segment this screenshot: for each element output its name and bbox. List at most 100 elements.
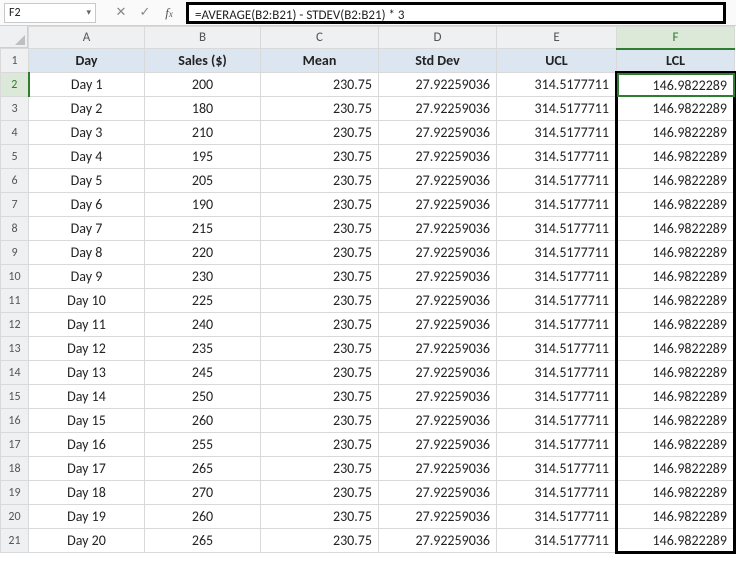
cell-E14[interactable]: 314.5177711	[497, 361, 617, 385]
cell-D11[interactable]: 27.92259036	[379, 289, 497, 313]
cell-D5[interactable]: 27.92259036	[379, 145, 497, 169]
row-header-7[interactable]: 7	[1, 193, 29, 217]
cell-A14[interactable]: Day 13	[29, 361, 145, 385]
cell-F9[interactable]: 146.9822289	[617, 241, 735, 265]
cell-F5[interactable]: 146.9822289	[617, 145, 735, 169]
header-cell-D[interactable]: Std Dev	[379, 49, 497, 73]
column-header-F[interactable]: F	[617, 27, 735, 49]
cell-D4[interactable]: 27.92259036	[379, 121, 497, 145]
cell-A3[interactable]: Day 2	[29, 97, 145, 121]
cell-B4[interactable]: 210	[145, 121, 261, 145]
cell-A10[interactable]: Day 9	[29, 265, 145, 289]
row-header-16[interactable]: 16	[1, 409, 29, 433]
cell-F14[interactable]: 146.9822289	[617, 361, 735, 385]
cell-E3[interactable]: 314.5177711	[497, 97, 617, 121]
row-header-1[interactable]: 1	[1, 49, 29, 73]
cell-E6[interactable]: 314.5177711	[497, 169, 617, 193]
header-cell-A[interactable]: Day	[29, 49, 145, 73]
row-header-14[interactable]: 14	[1, 361, 29, 385]
cell-F6[interactable]: 146.9822289	[617, 169, 735, 193]
cell-F7[interactable]: 146.9822289	[617, 193, 735, 217]
cell-B11[interactable]: 225	[145, 289, 261, 313]
cell-B12[interactable]: 240	[145, 313, 261, 337]
cell-D16[interactable]: 27.92259036	[379, 409, 497, 433]
column-header-B[interactable]: B	[145, 27, 261, 49]
cell-F3[interactable]: 146.9822289	[617, 97, 735, 121]
row-header-19[interactable]: 19	[1, 481, 29, 505]
cell-B6[interactable]: 205	[145, 169, 261, 193]
select-all-button[interactable]	[0, 26, 28, 48]
row-header-17[interactable]: 17	[1, 433, 29, 457]
cell-D21[interactable]: 27.92259036	[379, 529, 497, 553]
cell-F21[interactable]: 146.9822289	[617, 529, 735, 553]
row-header-12[interactable]: 12	[1, 313, 29, 337]
cell-C21[interactable]: 230.75	[261, 529, 379, 553]
cell-C20[interactable]: 230.75	[261, 505, 379, 529]
cell-A4[interactable]: Day 3	[29, 121, 145, 145]
cell-A7[interactable]: Day 6	[29, 193, 145, 217]
cell-C9[interactable]: 230.75	[261, 241, 379, 265]
cell-A17[interactable]: Day 16	[29, 433, 145, 457]
cell-E16[interactable]: 314.5177711	[497, 409, 617, 433]
cell-A5[interactable]: Day 4	[29, 145, 145, 169]
cell-C16[interactable]: 230.75	[261, 409, 379, 433]
cell-A8[interactable]: Day 7	[29, 217, 145, 241]
cell-E20[interactable]: 314.5177711	[497, 505, 617, 529]
cell-B13[interactable]: 235	[145, 337, 261, 361]
row-header-15[interactable]: 15	[1, 385, 29, 409]
row-header-2[interactable]: 2	[1, 73, 29, 97]
header-cell-E[interactable]: UCL	[497, 49, 617, 73]
fx-icon[interactable]: fx	[162, 5, 176, 21]
row-header-4[interactable]: 4	[1, 121, 29, 145]
cell-F10[interactable]: 146.9822289	[617, 265, 735, 289]
header-cell-C[interactable]: Mean	[261, 49, 379, 73]
cell-D18[interactable]: 27.92259036	[379, 457, 497, 481]
row-header-13[interactable]: 13	[1, 337, 29, 361]
cell-C10[interactable]: 230.75	[261, 265, 379, 289]
cell-E15[interactable]: 314.5177711	[497, 385, 617, 409]
cell-E2[interactable]: 314.5177711	[497, 73, 617, 97]
cell-E8[interactable]: 314.5177711	[497, 217, 617, 241]
cell-B10[interactable]: 230	[145, 265, 261, 289]
cell-C18[interactable]: 230.75	[261, 457, 379, 481]
cell-D6[interactable]: 27.92259036	[379, 169, 497, 193]
header-cell-B[interactable]: Sales ($)	[145, 49, 261, 73]
cell-A15[interactable]: Day 14	[29, 385, 145, 409]
cell-E21[interactable]: 314.5177711	[497, 529, 617, 553]
cell-C17[interactable]: 230.75	[261, 433, 379, 457]
cell-C14[interactable]: 230.75	[261, 361, 379, 385]
cell-E9[interactable]: 314.5177711	[497, 241, 617, 265]
cell-F12[interactable]: 146.9822289	[617, 313, 735, 337]
cell-B20[interactable]: 260	[145, 505, 261, 529]
cell-C6[interactable]: 230.75	[261, 169, 379, 193]
cell-F13[interactable]: 146.9822289	[617, 337, 735, 361]
cell-D20[interactable]: 27.92259036	[379, 505, 497, 529]
cell-F19[interactable]: 146.9822289	[617, 481, 735, 505]
row-header-8[interactable]: 8	[1, 217, 29, 241]
cell-E18[interactable]: 314.5177711	[497, 457, 617, 481]
row-header-6[interactable]: 6	[1, 169, 29, 193]
cell-A19[interactable]: Day 18	[29, 481, 145, 505]
column-header-A[interactable]: A	[29, 27, 145, 49]
cell-A11[interactable]: Day 10	[29, 289, 145, 313]
cell-B7[interactable]: 190	[145, 193, 261, 217]
cell-A2[interactable]: Day 1	[29, 73, 145, 97]
cell-B5[interactable]: 195	[145, 145, 261, 169]
cell-B16[interactable]: 260	[145, 409, 261, 433]
cell-F15[interactable]: 146.9822289	[617, 385, 735, 409]
row-header-11[interactable]: 11	[1, 289, 29, 313]
cell-A6[interactable]: Day 5	[29, 169, 145, 193]
cell-E13[interactable]: 314.5177711	[497, 337, 617, 361]
column-header-E[interactable]: E	[497, 27, 617, 49]
cell-F11[interactable]: 146.9822289	[617, 289, 735, 313]
cell-B18[interactable]: 265	[145, 457, 261, 481]
cell-D2[interactable]: 27.92259036	[379, 73, 497, 97]
cell-A16[interactable]: Day 15	[29, 409, 145, 433]
cell-E7[interactable]: 314.5177711	[497, 193, 617, 217]
cell-E10[interactable]: 314.5177711	[497, 265, 617, 289]
cell-C2[interactable]: 230.75	[261, 73, 379, 97]
row-header-20[interactable]: 20	[1, 505, 29, 529]
cell-F20[interactable]: 146.9822289	[617, 505, 735, 529]
row-header-9[interactable]: 9	[1, 241, 29, 265]
cell-D13[interactable]: 27.92259036	[379, 337, 497, 361]
